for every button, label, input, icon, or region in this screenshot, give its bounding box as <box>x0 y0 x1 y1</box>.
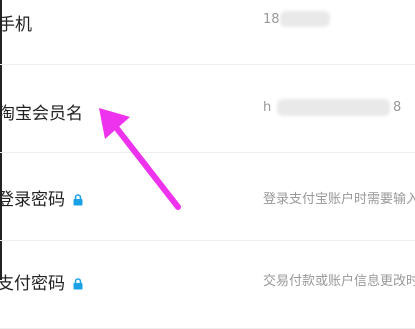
arrow-annotation <box>99 108 181 210</box>
arrow-shaft <box>112 123 181 210</box>
arrow-head <box>99 108 130 139</box>
